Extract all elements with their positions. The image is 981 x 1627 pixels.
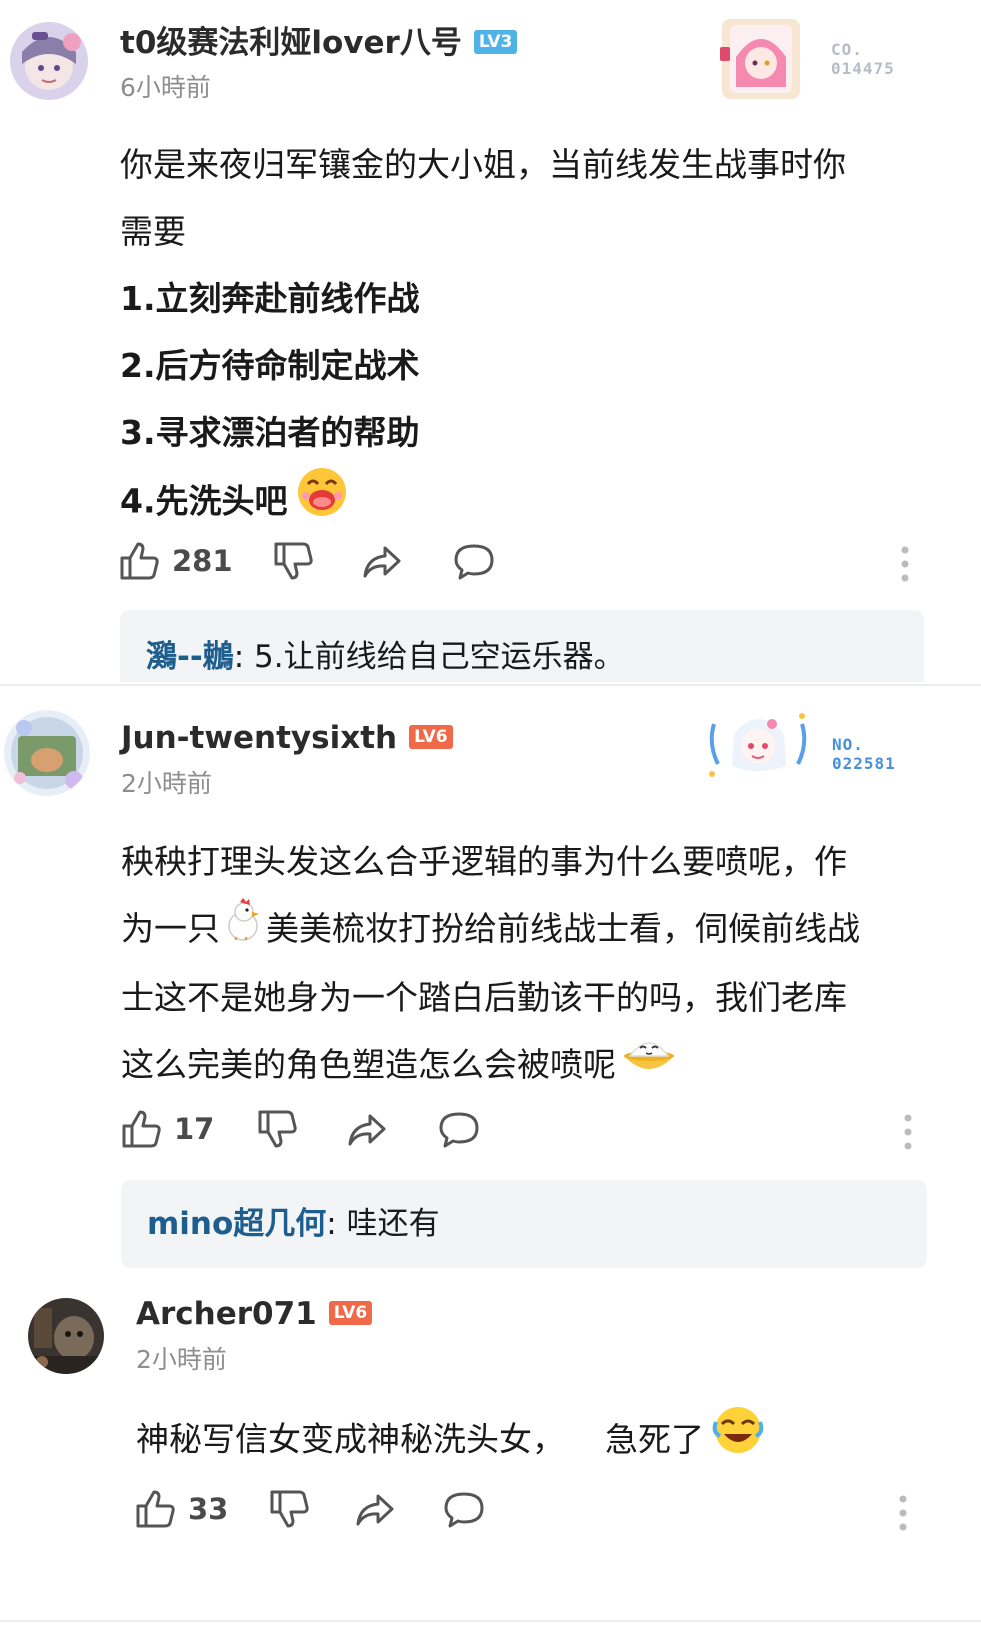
- username[interactable]: t0级赛法利娅lover八号 LV3: [120, 25, 518, 61]
- reply-username[interactable]: mino超几何: [147, 1206, 326, 1242]
- more-vertical-icon: [904, 1114, 912, 1150]
- body-line: 士这不是她身为一个踏白后勤该干的吗，我们老库: [121, 978, 847, 1017]
- action-bar: 17: [120, 1108, 920, 1158]
- username-text[interactable]: t0级赛法利娅lover八号: [120, 25, 462, 61]
- body-line: 需要: [120, 212, 186, 251]
- thumbs-down-icon: [258, 1110, 297, 1148]
- action-bar: 281: [118, 540, 918, 590]
- like-button[interactable]: 33: [134, 1488, 228, 1530]
- reply-text: : 哇还有: [326, 1206, 440, 1242]
- comment-body: 你是来夜归军镶金的大小姐，当前线发生战事时你 需要 1.立刻奔赴前线作战 2.后…: [120, 131, 930, 540]
- dislike-button[interactable]: [256, 1108, 298, 1150]
- avatar[interactable]: [4, 710, 90, 796]
- reply-button[interactable]: [437, 1108, 481, 1150]
- collection-number: CO. 014475: [831, 40, 895, 78]
- username-text[interactable]: Jun-twentysixth: [121, 720, 397, 756]
- collection-card-badge[interactable]: [706, 704, 810, 784]
- share-arrow-icon: [363, 546, 401, 578]
- body-line: 这么完美的角色塑造怎么会被喷呢: [121, 1031, 941, 1100]
- body-line-text: 为一只: [121, 909, 220, 948]
- more-options-button[interactable]: [898, 545, 912, 587]
- reply-preview[interactable]: 鸂--鶒: 5.让前线给自己空运乐器。: [120, 610, 924, 682]
- reply-text: : 5.让前线给自己空运乐器。: [233, 639, 625, 675]
- more-vertical-icon: [899, 1495, 907, 1531]
- thumbs-up-icon: [122, 1110, 161, 1148]
- reply-username[interactable]: 鸂--鶒: [146, 639, 234, 675]
- body-line: 3.寻求漂泊者的帮助: [120, 399, 930, 466]
- more-vertical-icon: [901, 546, 909, 582]
- reply-button[interactable]: [452, 540, 496, 582]
- comment-divider: [0, 684, 981, 686]
- like-count: 281: [172, 544, 233, 578]
- share-arrow-icon: [356, 1494, 394, 1526]
- eating-emoji-icon: [296, 466, 348, 540]
- thumbs-up-icon: [120, 542, 159, 580]
- share-button[interactable]: [346, 1108, 388, 1150]
- dislike-button[interactable]: [272, 540, 314, 582]
- body-line: 1.立刻奔赴前线作战: [120, 279, 420, 318]
- timestamp: 6小時前: [120, 73, 211, 102]
- laugh-cry-emoji-icon: [712, 1404, 764, 1478]
- bottom-divider: [0, 1620, 981, 1622]
- body-line-text: 这么完美的角色塑造怎么会被喷呢: [121, 1045, 616, 1084]
- body-line-text: 急死了: [605, 1419, 704, 1459]
- like-count: 33: [188, 1492, 229, 1526]
- action-bar: 33: [134, 1488, 934, 1538]
- comment-bubble-icon: [439, 1112, 479, 1148]
- level-badge: LV6: [328, 1300, 373, 1325]
- body-line: 秧秧打理头发这么合乎逻辑的事为什么要喷呢，作: [121, 842, 847, 881]
- chicken-emoji-icon: [222, 897, 264, 964]
- comment-card: Jun-twentysixth LV6 2小時前 NO. 022581 秧秧打理头…: [0, 690, 981, 1280]
- dislike-button[interactable]: [268, 1488, 310, 1530]
- reply-line: 鸂--鶒: 5.让前线给自己空运乐器。: [146, 637, 625, 677]
- comment-bubble-icon: [444, 1492, 484, 1528]
- more-options-button[interactable]: [896, 1494, 910, 1536]
- level-badge: LV6: [409, 724, 453, 749]
- like-button[interactable]: 17: [120, 1108, 214, 1150]
- body-line: 4.先洗头吧: [120, 466, 930, 540]
- comment-card: t0级赛法利娅lover八号 LV3 6小時前 CO. 014475 你是来夜归军…: [0, 0, 981, 690]
- comment-card: Archer071 LV6 2小時前 神秘写信女变成神秘洗头女， 急死了 33: [0, 1280, 981, 1627]
- comment-body: 神秘写信女变成神秘洗头女， 急死了: [136, 1404, 936, 1478]
- comment-bubble-icon: [454, 544, 494, 580]
- body-line: 为一只 美美梳妆打扮给前线战士看，伺候前线战: [121, 895, 941, 964]
- share-button[interactable]: [354, 1488, 396, 1530]
- comment-body: 秧秧打理头发这么合乎逻辑的事为什么要喷呢，作 为一只 美美梳妆打扮给前线战士看，…: [121, 828, 941, 1100]
- username[interactable]: Archer071 LV6: [136, 1296, 373, 1332]
- like-button[interactable]: 281: [118, 540, 233, 582]
- body-line: 神秘写信女变成神秘洗头女， 急死了: [136, 1404, 936, 1478]
- collection-number: NO. 022581: [832, 735, 896, 773]
- body-line-text: 美美梳妆打扮给前线战士看，伺候前线战: [266, 909, 860, 948]
- timestamp: 2小時前: [136, 1345, 227, 1374]
- thumbs-down-icon: [274, 542, 313, 580]
- thumbs-up-icon: [136, 1490, 175, 1528]
- body-line: 2.后方待命制定战术: [120, 346, 420, 385]
- rice-bowl-emoji-icon: [620, 1033, 678, 1100]
- reply-button[interactable]: [442, 1488, 486, 1530]
- level-badge: LV3: [473, 29, 518, 54]
- username[interactable]: Jun-twentysixth LV6: [121, 720, 453, 756]
- like-count: 17: [174, 1112, 215, 1146]
- more-options-button[interactable]: [901, 1113, 915, 1155]
- body-line-text: 神秘写信女变成神秘洗头女，: [136, 1419, 565, 1459]
- body-line-text: 4.先洗头吧: [120, 481, 288, 521]
- share-arrow-icon: [348, 1114, 386, 1146]
- avatar[interactable]: [28, 1298, 104, 1374]
- timestamp: 2小時前: [121, 769, 212, 798]
- reply-line: mino超几何: 哇还有: [147, 1204, 440, 1244]
- avatar[interactable]: [10, 22, 88, 100]
- body-line-text: 3.寻求漂泊者的帮助: [120, 413, 420, 452]
- share-button[interactable]: [361, 540, 403, 582]
- thumbs-down-icon: [270, 1490, 309, 1528]
- username-text[interactable]: Archer071: [136, 1296, 317, 1332]
- collection-card-badge[interactable]: [720, 17, 802, 101]
- reply-preview[interactable]: mino超几何: 哇还有: [121, 1180, 927, 1268]
- body-line: 你是来夜归军镶金的大小姐，当前线发生战事时你: [120, 145, 846, 184]
